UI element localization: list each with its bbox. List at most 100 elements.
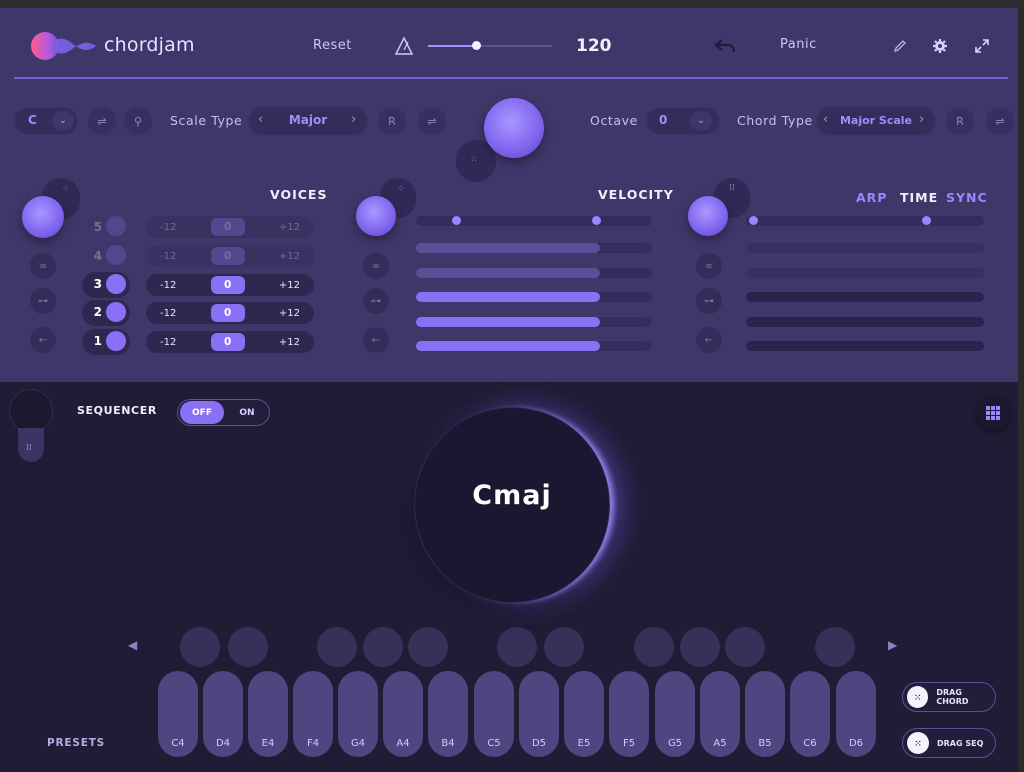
voice-toggle[interactable] (106, 331, 126, 351)
tempo-value[interactable]: 120 (576, 36, 612, 56)
white-key[interactable]: E5 (564, 671, 604, 757)
sequencer-on-option[interactable]: ON (228, 401, 266, 424)
voice-toggle[interactable] (106, 302, 126, 322)
white-key[interactable]: G4 (338, 671, 378, 757)
black-key[interactable] (408, 627, 448, 667)
black-key[interactable] (725, 627, 765, 667)
pencil-icon[interactable] (892, 38, 908, 54)
swap-icon[interactable]: ⇌ (88, 107, 116, 135)
white-key[interactable]: A5 (700, 671, 740, 757)
velocity-back-icon[interactable]: ← (363, 327, 389, 353)
voices-knob[interactable] (22, 196, 64, 238)
scale-next-icon[interactable]: › (351, 112, 356, 127)
time-range-min-handle[interactable] (749, 216, 758, 225)
voice-range-row[interactable]: -12 0 +12 (146, 245, 314, 267)
octave-chevron-down-icon[interactable]: ⌄ (690, 111, 712, 131)
velocity-link-icon[interactable]: ∞ (363, 253, 389, 279)
resize-icon[interactable] (974, 38, 990, 54)
black-key[interactable] (680, 627, 720, 667)
keyboard-next-icon[interactable]: ▶ (888, 638, 897, 652)
chevron-down-icon[interactable]: ⌄ (52, 111, 74, 131)
velocity-range-min-handle[interactable] (452, 216, 461, 225)
arp-grid-icon[interactable]: ⁞⁞ (729, 183, 735, 193)
presets-button[interactable]: PRESETS (47, 737, 105, 749)
arp-knob[interactable] (688, 196, 728, 236)
arp-back-icon[interactable]: ← (696, 327, 722, 353)
metronome-icon[interactable] (394, 36, 414, 56)
white-key[interactable]: D6 (836, 671, 876, 757)
black-key[interactable] (363, 627, 403, 667)
chord-swap-icon[interactable]: ⇌ (986, 107, 1014, 135)
keyboard-prev-icon[interactable]: ◀ (128, 638, 137, 652)
grid-view-button[interactable] (976, 396, 1010, 430)
white-key[interactable]: C4 (158, 671, 198, 757)
voice-value[interactable]: 0 (210, 304, 245, 322)
main-knob[interactable] (484, 98, 544, 158)
drag-seq-button[interactable]: ⁙ DRAG SEQ (902, 728, 996, 758)
voice-toggle[interactable] (106, 245, 126, 265)
voice-toggle[interactable] (106, 216, 126, 236)
white-key[interactable]: B5 (745, 671, 785, 757)
black-key[interactable] (634, 627, 674, 667)
arp-tab[interactable]: ARP (856, 190, 887, 205)
drag-chord-button[interactable]: ⁙ DRAG CHORD (902, 682, 996, 712)
voices-link-icon[interactable]: ∞ (30, 253, 56, 279)
arp-bar-track[interactable] (746, 292, 984, 302)
panic-button[interactable]: Panic (780, 37, 817, 52)
search-icon[interactable]: ⚲ (124, 107, 152, 135)
velocity-range-max-handle[interactable] (592, 216, 601, 225)
white-key[interactable]: F4 (293, 671, 333, 757)
velocity-key-icon[interactable]: ⊶ (363, 288, 389, 314)
chord-random-button[interactable]: R (946, 107, 974, 135)
black-key[interactable] (544, 627, 584, 667)
voice-value[interactable]: 0 (210, 218, 245, 236)
reset-button[interactable]: Reset (313, 38, 352, 53)
black-key[interactable] (815, 627, 855, 667)
time-tab[interactable]: TIME (900, 190, 938, 205)
dice-icon[interactable]: ⁙ (470, 155, 478, 165)
arp-key-icon[interactable]: ⊶ (696, 288, 722, 314)
chord-prev-icon[interactable]: ‹ (823, 112, 828, 127)
white-key[interactable]: D5 (519, 671, 559, 757)
voices-key-icon[interactable]: ⊶ (30, 288, 56, 314)
voice-range-row[interactable]: -12 0 +12 (146, 331, 314, 353)
white-key[interactable]: D4 (203, 671, 243, 757)
sequencer-off-option[interactable]: OFF (180, 401, 224, 424)
voices-back-icon[interactable]: ← (30, 327, 56, 353)
voice-value[interactable]: 0 (210, 276, 245, 294)
black-key[interactable] (317, 627, 357, 667)
white-key[interactable]: F5 (609, 671, 649, 757)
white-key[interactable]: G5 (655, 671, 695, 757)
undo-icon[interactable] (714, 38, 736, 54)
velocity-dice-icon[interactable]: ⁘ (397, 184, 405, 194)
white-key[interactable]: B4 (428, 671, 468, 757)
arp-bar-track[interactable] (746, 268, 984, 278)
black-key[interactable] (180, 627, 220, 667)
arp-bar-track[interactable] (746, 243, 984, 253)
voice-value[interactable]: 0 (210, 247, 245, 265)
time-range-max-handle[interactable] (922, 216, 931, 225)
voices-dice-icon[interactable]: ⁘ (62, 184, 70, 194)
arp-link-icon[interactable]: ∞ (696, 253, 722, 279)
arp-bar-track[interactable] (746, 317, 984, 327)
white-key[interactable]: A4 (383, 671, 423, 757)
velocity-knob[interactable] (356, 196, 396, 236)
white-key[interactable]: E4 (248, 671, 288, 757)
voice-range-row[interactable]: -12 0 +12 (146, 274, 314, 296)
scale-swap-icon[interactable]: ⇌ (418, 107, 446, 135)
white-key[interactable]: C5 (474, 671, 514, 757)
voice-range-row[interactable]: -12 0 +12 (146, 216, 314, 238)
voice-range-row[interactable]: -12 0 +12 (146, 302, 314, 324)
grip-icon[interactable]: ⁞⁞ (26, 443, 32, 453)
scale-random-button[interactable]: R (378, 107, 406, 135)
white-key[interactable]: C6 (790, 671, 830, 757)
voice-value[interactable]: 0 (210, 333, 245, 351)
sequencer-knob[interactable] (10, 390, 52, 432)
sync-tab[interactable]: SYNC (946, 190, 988, 205)
tempo-slider-handle[interactable] (472, 41, 481, 50)
gear-icon[interactable] (932, 38, 948, 54)
black-key[interactable] (497, 627, 537, 667)
black-key[interactable] (228, 627, 268, 667)
chord-next-icon[interactable]: › (919, 112, 924, 127)
time-range-slider[interactable] (746, 216, 984, 226)
